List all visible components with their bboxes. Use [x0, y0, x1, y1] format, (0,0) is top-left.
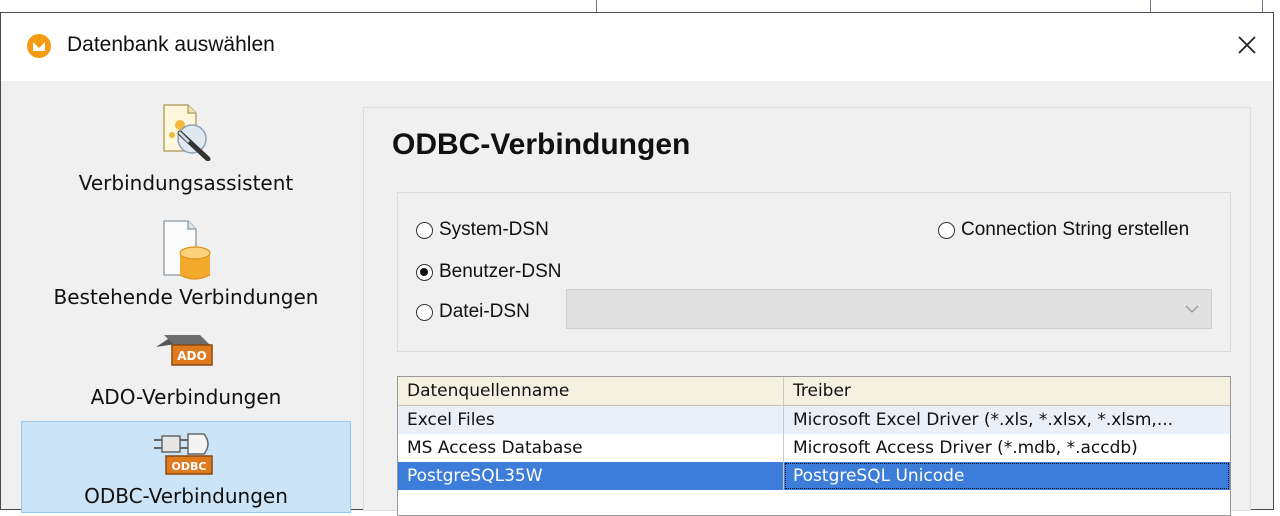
radio-connection-string[interactable]: Connection String erstellen: [938, 219, 1189, 241]
close-icon: [1238, 36, 1256, 54]
close-button[interactable]: [1221, 13, 1273, 77]
wizard-icon: [158, 101, 214, 166]
nav-item-odbc-connections[interactable]: ODBC ODBC-Verbindungen: [21, 421, 351, 513]
table-cell: PostgreSQL Unicode: [784, 462, 1230, 490]
odbc-panel: ODBC-Verbindungen System-DSN Connection …: [363, 107, 1251, 516]
radio-label: Benutzer-DSN: [439, 261, 562, 282]
nav-item-label: ODBC-Verbindungen: [84, 484, 288, 508]
nav-item-label: Verbindungsassistent: [78, 171, 294, 195]
data-source-table: Datenquellenname Treiber Excel Files Mic…: [397, 376, 1231, 516]
table-cell: PostgreSQL35W: [398, 462, 784, 490]
table-row-selected[interactable]: PostgreSQL35W PostgreSQL Unicode: [398, 462, 1230, 490]
table-cell: Excel Files: [398, 406, 784, 434]
table-cell: MS Access Database: [398, 434, 784, 462]
table-cell: Microsoft Access Driver (*.mdb, *.accdb): [793, 438, 1138, 458]
table-row[interactable]: MS Access Database Microsoft Access Driv…: [398, 434, 1230, 462]
radio-file-dsn[interactable]: Datei-DSN: [416, 301, 530, 323]
database-file-icon: [156, 219, 216, 288]
select-database-dialog: Datenbank auswählen Verbindungsassistent: [0, 12, 1274, 516]
nav-item-label: Bestehende Verbindungen: [53, 285, 319, 309]
odbc-icon: ODBC: [154, 428, 218, 483]
window-title: Datenbank auswählen: [67, 33, 275, 56]
page-title: ODBC-Verbindungen: [392, 128, 691, 161]
radio-system-dsn[interactable]: System-DSN: [416, 219, 549, 241]
radio-circle: [416, 221, 433, 239]
nav-item-connection-wizard[interactable]: Verbindungsassistent: [21, 93, 351, 197]
table-header: Datenquellenname Treiber: [398, 377, 1230, 406]
dsn-type-group: System-DSN Connection String erstellen B…: [397, 192, 1231, 352]
background-window-strip: [0, 0, 1280, 12]
nav-item-ado-connections[interactable]: ADO ADO-Verbindungen: [21, 321, 351, 425]
radio-circle: [416, 303, 433, 321]
table-row[interactable]: Excel Files Microsoft Excel Driver (*.xl…: [398, 406, 1230, 434]
radio-label: Connection String erstellen: [961, 219, 1190, 240]
radio-user-dsn[interactable]: Benutzer-DSN: [416, 261, 562, 283]
radio-circle: [938, 221, 955, 239]
table-cell: Microsoft Excel Driver (*.xls, *.xlsx, *…: [793, 410, 1174, 430]
connection-type-nav: Verbindungsassistent Bestehende Verbindu…: [1, 81, 351, 513]
background-edge: [1274, 12, 1280, 510]
nav-item-existing-connections[interactable]: Bestehende Verbindungen: [21, 213, 351, 317]
chevron-down-icon: [1185, 305, 1199, 313]
svg-text:ADO: ADO: [177, 349, 206, 363]
column-header-datasource[interactable]: Datenquellenname: [398, 377, 784, 405]
ado-icon: ADO: [154, 329, 218, 374]
radio-label: System-DSN: [439, 219, 549, 240]
radio-circle-checked: [416, 263, 433, 281]
column-header-driver[interactable]: Treiber: [784, 377, 1230, 405]
nav-item-label: ADO-Verbindungen: [90, 385, 282, 409]
title-bar: Datenbank auswählen: [1, 13, 1273, 81]
file-dsn-dropdown[interactable]: [566, 289, 1212, 329]
svg-text:ODBC: ODBC: [172, 460, 207, 473]
radio-label: Datei-DSN: [439, 301, 530, 322]
app-logo-icon: [27, 34, 51, 58]
